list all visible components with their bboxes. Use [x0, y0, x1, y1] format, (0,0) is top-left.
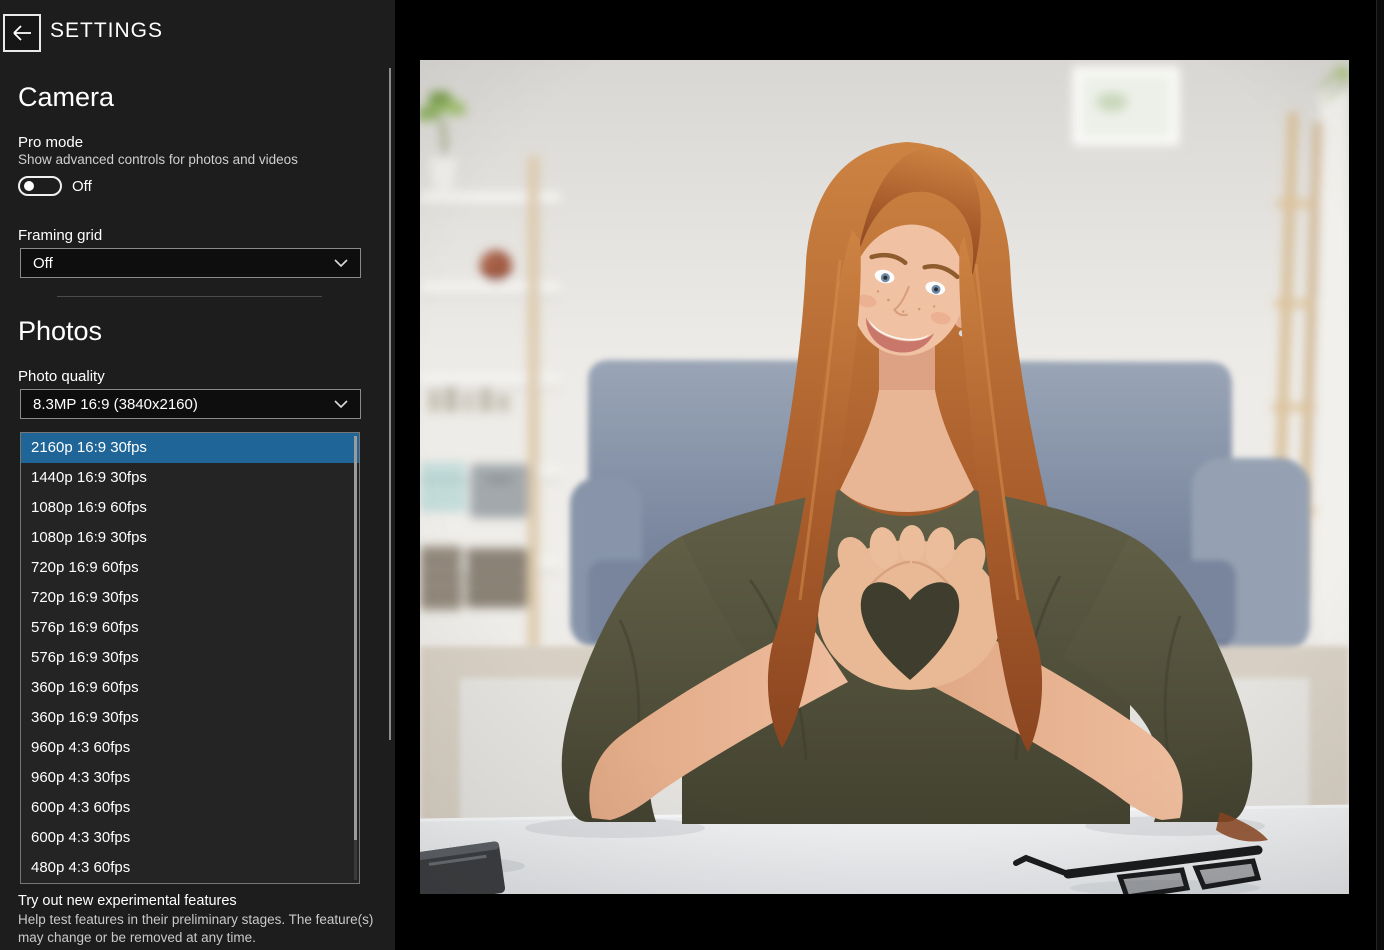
photo-quality-label: Photo quality: [18, 368, 105, 385]
quality-option[interactable]: 1080p 16:9 60fps: [21, 493, 359, 523]
toggle-knob: [24, 181, 34, 191]
quality-option[interactable]: 960p 4:3 30fps: [21, 763, 359, 793]
flyout-scrollbar-thumb[interactable]: [354, 436, 357, 840]
back-button[interactable]: [3, 14, 41, 52]
camera-preview-photo: [420, 60, 1349, 894]
window-edge-strip: [1376, 0, 1384, 950]
chevron-down-icon: [334, 259, 348, 268]
framing-grid-label: Framing grid: [18, 227, 102, 244]
framing-grid-value: Off: [33, 255, 53, 272]
quality-option[interactable]: 720p 16:9 30fps: [21, 583, 359, 613]
pro-mode-label: Pro mode: [18, 134, 83, 151]
quality-option[interactable]: 576p 16:9 60fps: [21, 613, 359, 643]
pro-mode-description: Show advanced controls for photos and vi…: [18, 152, 298, 167]
quality-option[interactable]: 720p 16:9 60fps: [21, 553, 359, 583]
experimental-features-title: Try out new experimental features: [18, 893, 237, 909]
panel-scrollbar[interactable]: [389, 68, 391, 740]
settings-panel: SETTINGS Camera Pro mode Show advanced c…: [0, 0, 395, 950]
page-title: SETTINGS: [50, 19, 163, 43]
framing-grid-select[interactable]: Off: [20, 248, 361, 278]
section-divider: [57, 296, 322, 297]
preview-illustration: [420, 60, 1349, 894]
photo-quality-select[interactable]: 8.3MP 16:9 (3840x2160): [20, 389, 361, 419]
quality-option[interactable]: 1080p 16:9 30fps: [21, 523, 359, 553]
quality-option[interactable]: 600p 4:3 60fps: [21, 793, 359, 823]
quality-option[interactable]: 2160p 16:9 30fps: [21, 433, 359, 463]
quality-option[interactable]: 576p 16:9 30fps: [21, 643, 359, 673]
quality-option[interactable]: 360p 16:9 60fps: [21, 673, 359, 703]
camera-section-heading: Camera: [18, 82, 114, 113]
quality-option[interactable]: 480p 4:3 60fps: [21, 853, 359, 883]
chevron-down-icon: [334, 400, 348, 409]
quality-options-flyout: 2160p 16:9 30fps 1440p 16:9 30fps 1080p …: [20, 432, 360, 884]
quality-option[interactable]: 360p 16:9 30fps: [21, 703, 359, 733]
quality-option[interactable]: 960p 4:3 60fps: [21, 733, 359, 763]
photos-section-heading: Photos: [18, 316, 102, 347]
pro-mode-toggle[interactable]: [18, 176, 62, 196]
back-arrow-icon: [10, 21, 34, 45]
quality-option[interactable]: 1440p 16:9 30fps: [21, 463, 359, 493]
quality-option[interactable]: 600p 4:3 30fps: [21, 823, 359, 853]
experimental-features-description: Help test features in their preliminary …: [18, 911, 382, 946]
pro-mode-state: Off: [72, 178, 92, 195]
photo-quality-value: 8.3MP 16:9 (3840x2160): [33, 396, 198, 413]
